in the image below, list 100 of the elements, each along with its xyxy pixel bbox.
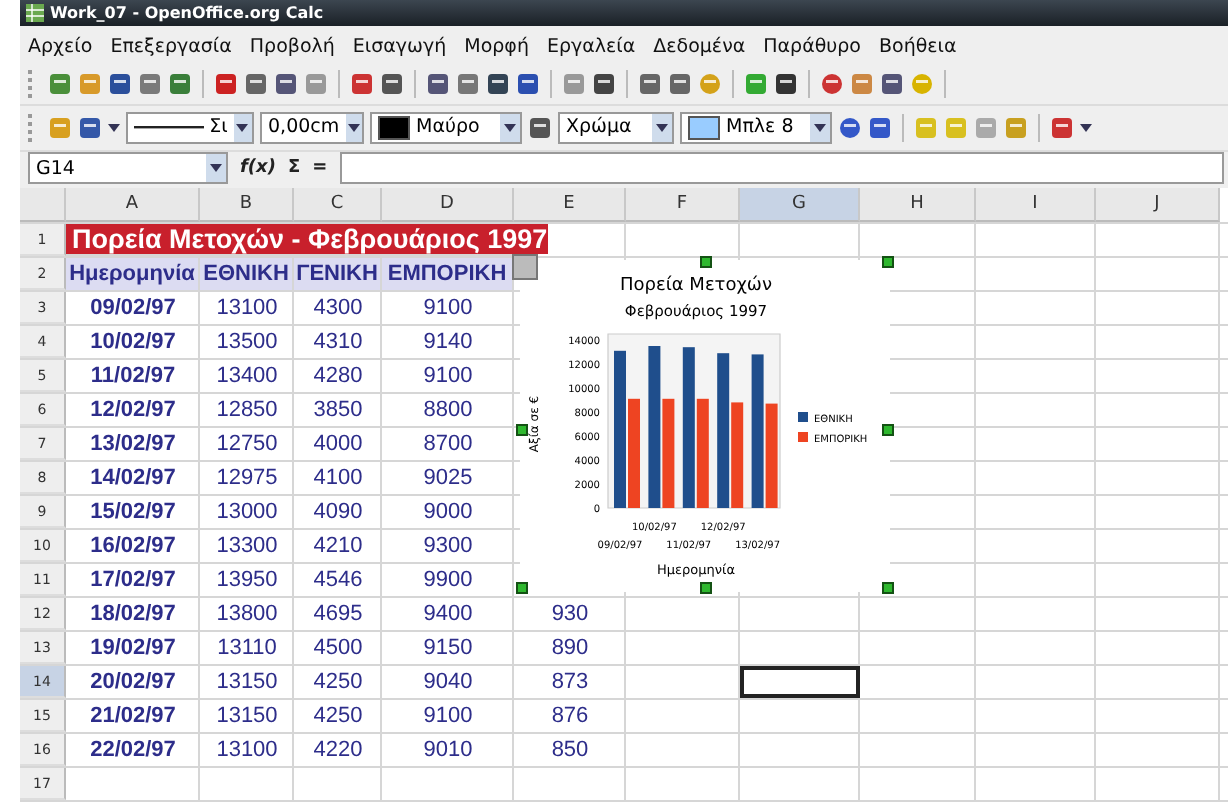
- chart-title: Πορεία Μετοχών: [620, 276, 772, 297]
- line-style-value: Σι: [209, 116, 228, 139]
- table-cell-text: 12750: [214, 430, 280, 461]
- column-heading-cell: ΓΕΝΙΚΗ: [294, 258, 382, 291]
- table-cell-text: 9900: [421, 566, 475, 597]
- name-box[interactable]: G14: [28, 152, 228, 185]
- table-cell-text: 8800: [421, 396, 475, 427]
- menu-item[interactable]: Μορφή: [464, 35, 529, 58]
- menu-item[interactable]: Εισαγωγή: [352, 35, 447, 58]
- column-header[interactable]: H: [860, 188, 976, 223]
- table-cell-text: 4210: [311, 532, 365, 563]
- table-cell-text: 9100: [421, 294, 475, 325]
- selection-handle[interactable]: [882, 256, 894, 269]
- column-header[interactable]: D: [382, 188, 514, 223]
- menu-item[interactable]: Εργαλεία: [546, 35, 636, 58]
- dropdown-arrow-icon: [656, 123, 668, 132]
- menu-item[interactable]: Αρχείο: [28, 35, 93, 58]
- line-color-value: Μαύρο: [416, 116, 480, 139]
- column-heading-cell: ΕΜΠΟΡΙΚΗ: [382, 258, 514, 291]
- table-cell-text: 9100: [421, 702, 475, 733]
- formula-input[interactable]: [339, 152, 1224, 185]
- selection-handle[interactable]: [882, 582, 894, 595]
- dropdown-arrow-icon: [210, 164, 222, 173]
- dropdown-arrow-icon: [814, 123, 826, 132]
- column-header[interactable]: J: [1096, 188, 1220, 223]
- area-style-value: Χρώμα: [566, 116, 632, 139]
- table-cell-text: 4220: [311, 736, 365, 767]
- selection-handle[interactable]: [882, 424, 894, 437]
- table-cell-text: 4695: [311, 600, 365, 631]
- line-color-dropdown[interactable]: Μαύρο: [370, 111, 522, 144]
- table-cell-text: 4000: [311, 430, 365, 461]
- menu-item[interactable]: Επεξεργασία: [110, 35, 232, 58]
- table-cell-text: 4310: [311, 328, 365, 359]
- table-cell-text: 9140: [421, 328, 475, 359]
- caret-icon: [1080, 123, 1092, 132]
- menu-item[interactable]: Δεδομένα: [653, 35, 746, 58]
- dropdown-arrow-icon: [504, 123, 516, 132]
- table-cell-text: 4500: [311, 634, 365, 665]
- table-cell-text: 9010: [421, 736, 475, 767]
- table-cell-text: 876: [549, 702, 591, 733]
- window-title: Work_07 - OpenOffice.org Calc: [50, 3, 324, 22]
- table-cell-text: 13800: [214, 600, 280, 631]
- table-cell-text: 13000: [214, 498, 280, 529]
- table-cell-text: 8700: [421, 430, 475, 461]
- table-cell-text: 4250: [311, 702, 365, 733]
- column-header[interactable]: C: [294, 188, 382, 223]
- corner-cell[interactable]: [20, 188, 66, 223]
- legend-swatch: [798, 412, 808, 423]
- table-cell-text: 13400: [214, 362, 280, 393]
- column-header[interactable]: F: [626, 188, 740, 223]
- sum-button[interactable]: Σ: [287, 158, 301, 179]
- function-wizard-button[interactable]: f(x): [240, 158, 276, 179]
- menu-item[interactable]: Παράθυρο: [763, 35, 861, 58]
- table-cell-text: 12/02/97: [88, 396, 178, 427]
- table-cell-text: 11/02/97: [88, 362, 178, 393]
- table-cell-text: 9025: [421, 464, 475, 495]
- table-cell-text: 13950: [214, 566, 280, 597]
- menu-item[interactable]: Βοήθεια: [879, 35, 957, 58]
- line-sample-icon: [134, 125, 204, 130]
- table-cell-text: 13100: [214, 294, 280, 325]
- table-cell-text: 13/02/97: [88, 430, 178, 461]
- area-color-dropdown[interactable]: Μπλε 8: [680, 111, 832, 144]
- table-cell-text: 9100: [421, 362, 475, 393]
- table-cell-text: 9150: [421, 634, 475, 665]
- column-heading-cell: Ημερομηνία: [66, 258, 200, 291]
- column-header[interactable]: E: [514, 188, 626, 223]
- table-cell-text: 21/02/97: [88, 702, 178, 733]
- table-cell-text: 12975: [214, 464, 280, 495]
- table-cell-text: 10/02/97: [88, 328, 178, 359]
- table-cell-text: 4100: [311, 464, 365, 495]
- line-width-value: 0,00cm: [268, 116, 340, 139]
- table-cell-text: 890: [549, 634, 591, 665]
- selection-handle[interactable]: [700, 256, 712, 269]
- table-cell-text: 850: [549, 736, 591, 767]
- table-cell-text: 873: [549, 668, 591, 699]
- column-header[interactable]: A: [66, 188, 200, 223]
- table-cell-text: 13150: [214, 702, 280, 733]
- column-header[interactable]: B: [200, 188, 294, 223]
- column-header[interactable]: G: [740, 188, 860, 223]
- table-cell-text: 20/02/97: [88, 668, 178, 699]
- table-cell-text: 13150: [214, 668, 280, 699]
- table-cell-text: 9040: [421, 668, 475, 699]
- selected-cell[interactable]: [740, 666, 860, 699]
- selection-handle[interactable]: [516, 582, 528, 595]
- area-style-dropdown[interactable]: Χρώμα: [558, 111, 674, 144]
- table-cell-text: 9400: [421, 600, 475, 631]
- column-header[interactable]: I: [976, 188, 1096, 223]
- menu-item[interactable]: Προβολή: [249, 35, 335, 58]
- formula-button[interactable]: =: [312, 158, 328, 179]
- table-cell-text: 4250: [311, 668, 365, 699]
- legend-swatch: [798, 432, 808, 443]
- table-cell-text: 13500: [214, 328, 280, 359]
- line-width-field[interactable]: 0,00cm: [260, 111, 364, 144]
- table-cell-text: 14/02/97: [88, 464, 178, 495]
- selection-handle[interactable]: [700, 582, 712, 595]
- line-style-dropdown[interactable]: Σι: [126, 111, 254, 144]
- selection-handle[interactable]: [516, 424, 528, 437]
- table-cell-text: 9300: [421, 532, 475, 563]
- table-cell-text: 13300: [214, 532, 280, 563]
- table-cell-text: 15/02/97: [88, 498, 178, 529]
